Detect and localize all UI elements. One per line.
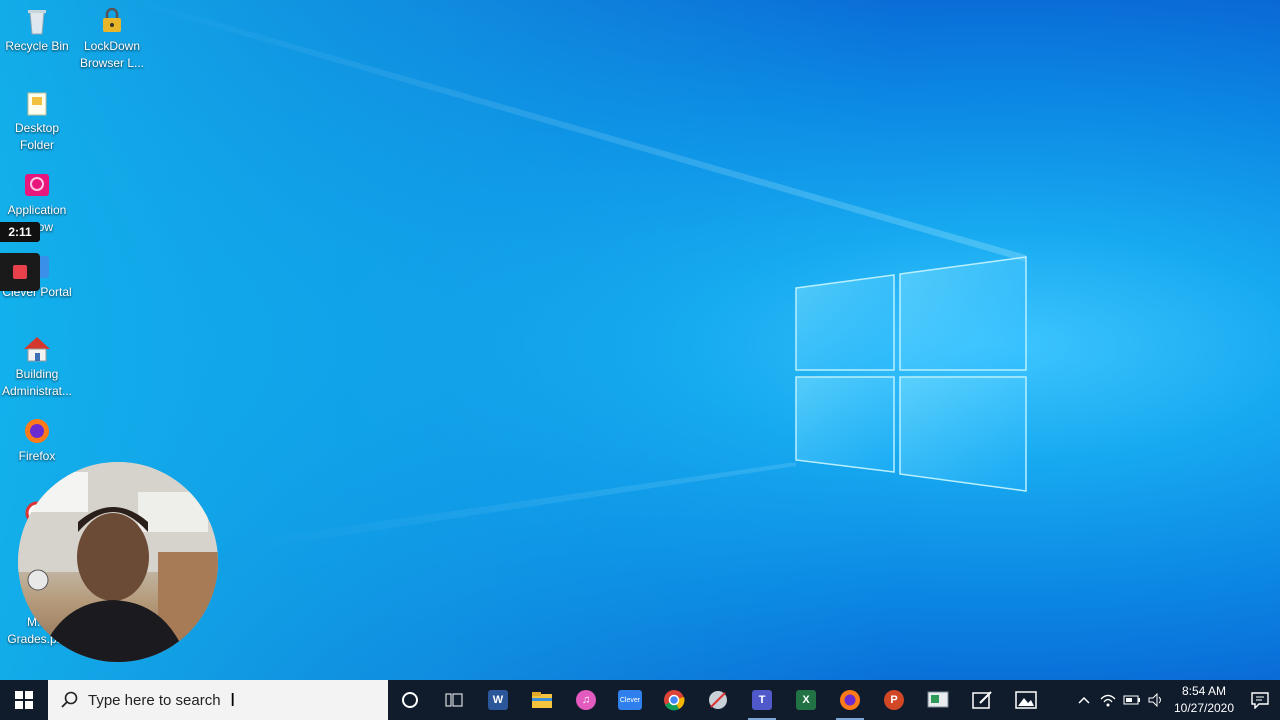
building-admin-icon: [22, 334, 52, 364]
itunes-icon: ♫: [576, 690, 596, 710]
photos-icon: [1015, 691, 1037, 709]
volume-button[interactable]: [1144, 680, 1168, 720]
presenter-video-icon: [18, 462, 218, 662]
taskbar-clock[interactable]: 8:54 AM 10/27/2020: [1168, 683, 1240, 717]
word-icon: W: [488, 690, 508, 710]
recording-timer: 2:11: [0, 222, 40, 242]
task-view-icon: [445, 693, 463, 707]
speaker-icon: [1148, 693, 1161, 707]
webcam-overlay: [18, 462, 218, 662]
search-placeholder: Type here to search: [88, 691, 221, 709]
network-button[interactable]: [1096, 680, 1120, 720]
cortana-button[interactable]: [388, 680, 432, 720]
battery-icon: [1123, 695, 1140, 705]
lockdown-browser-icon: [97, 6, 127, 36]
taskbar-powerpoint[interactable]: P: [872, 680, 916, 720]
search-icon: [61, 691, 78, 708]
file-explorer-icon: [532, 692, 552, 708]
taskbar-clever[interactable]: Clever: [608, 680, 652, 720]
cortana-icon: [402, 692, 418, 708]
search-box[interactable]: Type here to search I: [48, 680, 388, 720]
remote-desktop-icon: [927, 691, 949, 708]
folder-icon: [22, 88, 52, 118]
snipping-tool-icon: [709, 691, 727, 709]
excel-icon: X: [796, 690, 816, 710]
clever-taskbar-icon: Clever: [618, 690, 642, 710]
recycle-bin-icon: [22, 6, 52, 36]
taskbar: Type here to search I W ♫ Clever T X P 8…: [0, 680, 1280, 720]
stop-icon: [13, 265, 27, 279]
battery-button[interactable]: [1120, 680, 1144, 720]
teams-icon: T: [752, 690, 772, 710]
task-view-button[interactable]: [432, 680, 476, 720]
desktop-icon-firefox[interactable]: Firefox: [0, 412, 74, 465]
stop-recording-button[interactable]: [0, 253, 40, 291]
taskbar-chrome[interactable]: [652, 680, 696, 720]
windows-logo-icon: [15, 691, 33, 709]
taskbar-file-explorer[interactable]: [520, 680, 564, 720]
desktop-icon-building-admin[interactable]: Building Administrat...: [0, 330, 74, 400]
text-cursor-icon: I: [230, 690, 236, 711]
taskbar-remote-desktop[interactable]: [916, 680, 960, 720]
clock-time: 8:54 AM: [1181, 684, 1227, 698]
powerpoint-icon: P: [884, 690, 904, 710]
start-button[interactable]: [0, 680, 48, 720]
taskbar-word[interactable]: W: [476, 680, 520, 720]
taskbar-excel[interactable]: X: [784, 680, 828, 720]
clock-date: 10/27/2020: [1173, 701, 1235, 715]
taskbar-teams[interactable]: T: [740, 680, 784, 720]
show-hidden-icons-button[interactable]: [1072, 680, 1096, 720]
taskbar-snipping-tool[interactable]: [696, 680, 740, 720]
taskbar-photos[interactable]: [1004, 680, 1048, 720]
taskbar-whiteboard[interactable]: [960, 680, 1004, 720]
application-window-icon: [22, 170, 52, 200]
wifi-icon: [1100, 694, 1116, 707]
desktop-icon-desktop-folder[interactable]: Desktop Folder: [0, 84, 74, 154]
chevron-up-icon: [1078, 696, 1090, 704]
desktop-icon-recycle-bin[interactable]: Recycle Bin: [0, 2, 74, 55]
taskbar-itunes[interactable]: ♫: [564, 680, 608, 720]
desktop-icon-lockdown-browser[interactable]: LockDown Browser L...: [75, 2, 149, 72]
action-center-button[interactable]: [1240, 680, 1280, 720]
firefox-taskbar-icon: [840, 690, 860, 710]
taskbar-firefox[interactable]: [828, 680, 872, 720]
notification-icon: [1251, 692, 1269, 709]
pen-edit-icon: [972, 691, 992, 709]
firefox-icon: [22, 416, 52, 446]
chrome-icon: [664, 690, 685, 711]
system-tray: 8:54 AM 10/27/2020: [1072, 680, 1280, 720]
